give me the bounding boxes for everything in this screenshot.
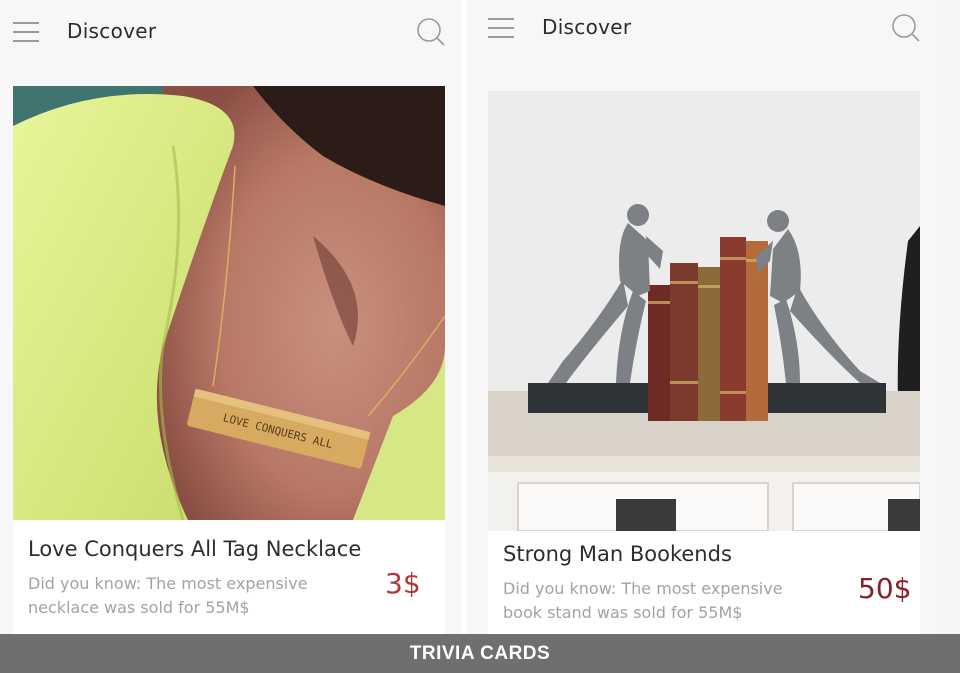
app-header: Discover	[466, 0, 940, 62]
product-card[interactable]: Strong Man Bookends Did you know: The mo…	[488, 91, 920, 634]
product-card[interactable]: LOVE CONQUERS ALL Love Conquers All Tag …	[13, 86, 445, 634]
product-price: 50$	[858, 572, 912, 605]
product-title: Love Conquers All Tag Necklace	[28, 537, 362, 561]
hamburger-menu-icon[interactable]	[13, 22, 39, 42]
phone-screen-necklace: Discover LOVE CONQUERS ALL Love Conquers…	[0, 0, 462, 634]
app-header: Discover	[0, 0, 462, 62]
page-title: Discover	[67, 19, 157, 43]
trivia-text: Did you know: The most expensive book st…	[503, 579, 783, 622]
product-image-necklace: LOVE CONQUERS ALL	[13, 86, 445, 520]
trivia-text: Did you know: The most expensive necklac…	[28, 574, 308, 617]
search-icon[interactable]	[891, 13, 921, 43]
product-image-bookends	[488, 91, 920, 531]
page-title: Discover	[542, 15, 632, 39]
phone-screen-bookends: Discover Strong Man Bookends Did you kno…	[466, 0, 940, 634]
search-icon[interactable]	[416, 17, 446, 47]
product-title: Strong Man Bookends	[503, 542, 732, 566]
product-price: 3$	[385, 567, 421, 600]
caption-banner: TRIVIA CARDS	[0, 634, 960, 673]
hamburger-menu-icon[interactable]	[488, 18, 514, 38]
